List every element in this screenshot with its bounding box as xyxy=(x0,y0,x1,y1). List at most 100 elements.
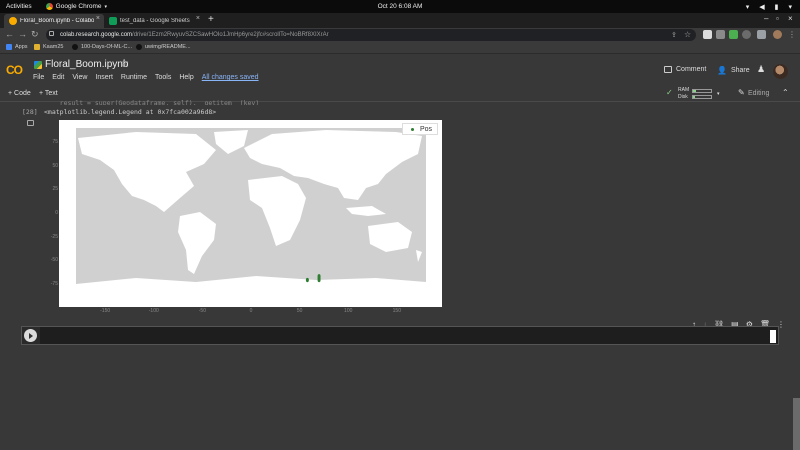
chevron-down-icon[interactable]: ▾ xyxy=(788,3,792,11)
bookmark-star-icon[interactable]: ☆ xyxy=(684,30,691,39)
y-tick-label: -50 xyxy=(50,257,58,264)
forward-icon[interactable]: → xyxy=(18,29,27,39)
sheets-favicon-icon xyxy=(109,17,117,25)
chevron-down-icon[interactable]: ▾ xyxy=(717,91,720,97)
south-america-shape xyxy=(178,212,216,274)
battery-icon[interactable]: ▮ xyxy=(775,3,779,11)
bookmark-github[interactable]: 100-Days-Of-ML-C... xyxy=(72,44,132,50)
back-icon[interactable]: ← xyxy=(5,29,14,39)
bookmark-label: Apps xyxy=(15,44,28,50)
add-code-button[interactable]: + Code xyxy=(8,90,31,97)
menu-tools[interactable]: Tools xyxy=(155,74,171,81)
lock-icon[interactable] xyxy=(49,31,54,36)
drive-icon xyxy=(34,61,42,69)
volume-icon[interactable]: ◀ xyxy=(759,3,764,11)
ram-label: RAM xyxy=(678,87,690,93)
address-input[interactable]: colab.research.google.com/drive/1Ezm2Rwy… xyxy=(46,29,696,41)
y-tick-label: 25 xyxy=(52,186,58,193)
colab-logo[interactable]: CO xyxy=(6,63,23,77)
extension-icon[interactable] xyxy=(716,30,725,39)
ram-meter[interactable] xyxy=(692,89,712,93)
chevron-up-icon[interactable]: ⌃ xyxy=(782,88,789,97)
star-icon[interactable]: ☆ xyxy=(120,58,129,69)
new-zealand-shape xyxy=(416,250,422,262)
maximize-icon[interactable]: ▫ xyxy=(776,14,779,23)
add-person-icon: 👤 xyxy=(717,66,727,75)
x-tick-label: -100 xyxy=(148,308,159,314)
menu-runtime[interactable]: Runtime xyxy=(121,74,147,81)
close-icon[interactable]: × xyxy=(96,15,100,22)
notebook-title[interactable]: Floral_Boom.ipynb xyxy=(45,59,128,70)
reload-icon[interactable]: ↻ xyxy=(31,29,39,40)
bookmark-folder[interactable]: Kaam25 xyxy=(34,44,64,50)
address-path: /drive/1Ezm2RwyuvSZCSawHOIo1JmHp6yre2jfc… xyxy=(132,32,329,38)
legend-marker xyxy=(411,127,414,131)
tab-sheets[interactable]: test_data - Google Sheets × xyxy=(104,14,204,28)
africa-shape xyxy=(248,176,306,246)
world-map-svg xyxy=(76,130,426,298)
connected-check-icon[interactable]: ✓ xyxy=(666,88,673,97)
bookmark-github[interactable]: uwimg/README... xyxy=(136,44,191,50)
code-editor[interactable] xyxy=(40,327,778,344)
more-vert-icon[interactable]: ⋮ xyxy=(788,30,796,39)
scrollbar-thumb[interactable] xyxy=(793,398,800,450)
app-menu[interactable]: Google Chrome ▾ xyxy=(45,3,108,10)
run-cell-button[interactable] xyxy=(24,329,37,342)
y-tick-label: -75 xyxy=(50,280,58,287)
github-icon xyxy=(136,44,142,50)
extension-icon[interactable] xyxy=(703,30,712,39)
close-icon[interactable]: × xyxy=(196,15,200,22)
x-tick-label: -150 xyxy=(100,308,111,314)
menu-file[interactable]: File xyxy=(33,74,44,81)
share-button[interactable]: 👤 Share xyxy=(717,66,750,75)
editing-mode-button[interactable]: Editing xyxy=(748,90,769,97)
account-icon[interactable]: ♟ xyxy=(757,64,765,75)
legend-entry: Pos xyxy=(420,125,433,133)
minimize-icon[interactable]: – xyxy=(764,14,768,23)
menu-insert[interactable]: Insert xyxy=(95,74,113,81)
comment-button[interactable]: Comment xyxy=(664,66,706,73)
menu-view[interactable]: View xyxy=(72,74,87,81)
apps-grid-icon xyxy=(6,44,12,50)
map-plot-area xyxy=(76,128,426,298)
github-icon xyxy=(72,44,78,50)
activities-button[interactable]: Activities xyxy=(6,3,32,10)
address-host: colab.research.google.com xyxy=(60,32,133,38)
extension-icon[interactable] xyxy=(729,30,738,39)
close-window-icon[interactable]: × xyxy=(788,14,793,23)
y-tick-label: -25 xyxy=(50,233,58,240)
output-actions-icon[interactable] xyxy=(27,120,34,126)
bookmarks-bar: Apps Kaam25 100-Days-Of-ML-C... uwimg/RE… xyxy=(0,42,800,54)
clock[interactable]: Oct 20 6:08 AM xyxy=(0,3,800,10)
share-page-icon[interactable]: ⇪ xyxy=(671,31,677,39)
disk-meter-fill xyxy=(693,96,695,98)
save-status-link[interactable]: All changes saved xyxy=(202,74,259,81)
network-icon[interactable]: ▾ xyxy=(746,3,750,11)
x-tick-label: 0 xyxy=(249,308,253,314)
profile-avatar[interactable] xyxy=(773,30,782,39)
new-tab-button[interactable]: + xyxy=(208,14,214,25)
scatter-point xyxy=(305,277,309,283)
bookmark-label: Kaam25 xyxy=(43,44,64,50)
y-tick-label: 0 xyxy=(55,210,58,216)
bookmark-apps[interactable]: Apps xyxy=(6,44,28,50)
chrome-icon xyxy=(45,3,53,10)
colab-extension-icon[interactable] xyxy=(742,30,751,39)
comment-label: Comment xyxy=(676,66,707,73)
disk-meter[interactable] xyxy=(692,95,712,99)
tab-colab[interactable]: Floral_Boom.ipynb - Colabora × xyxy=(4,14,104,28)
antarctica-shape xyxy=(76,276,426,298)
avatar[interactable] xyxy=(773,64,788,79)
previous-output-line: result = super(Geodataframe, self).__get… xyxy=(44,99,260,105)
bookmark-label: uwimg/README... xyxy=(145,44,191,50)
indonesia-shape xyxy=(346,206,386,216)
execution-count: [28] xyxy=(22,108,38,116)
system-top-bar: Activities Google Chrome ▾ Oct 20 6:08 A… xyxy=(0,0,800,13)
add-text-button[interactable]: + Text xyxy=(39,90,58,97)
y-tick-label: 75 xyxy=(52,139,58,146)
menu-help[interactable]: Help xyxy=(179,74,193,81)
puzzle-icon[interactable] xyxy=(757,30,766,39)
menu-edit[interactable]: Edit xyxy=(52,74,64,81)
chevron-down-icon: ▾ xyxy=(104,3,108,10)
tab-title: Floral_Boom.ipynb - Colabora xyxy=(20,18,94,24)
